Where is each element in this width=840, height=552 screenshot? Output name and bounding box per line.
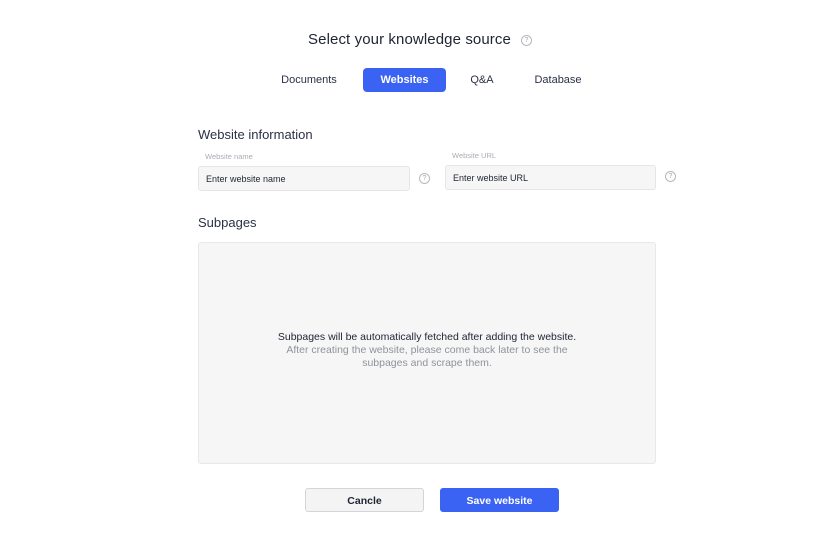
- subpages-panel: Subpages will be automatically fetched a…: [198, 242, 656, 464]
- website-url-label: Website URL: [452, 151, 497, 160]
- question-circle-icon[interactable]: ?: [665, 171, 676, 182]
- cancel-button[interactable]: Cancle: [305, 488, 424, 512]
- tab-documents[interactable]: Documents: [270, 68, 348, 92]
- header: Select your knowledge source ?: [0, 31, 840, 48]
- website-information-heading: Website information: [198, 127, 313, 142]
- save-website-button[interactable]: Save website: [440, 488, 559, 512]
- source-tabs: Documents Websites Q&A Database: [0, 68, 840, 92]
- subpages-empty-hint: After creating the website, please come …: [286, 344, 568, 369]
- website-url-input[interactable]: [445, 165, 656, 190]
- page-title: Select your knowledge source: [308, 31, 511, 48]
- tab-database[interactable]: Database: [524, 68, 592, 92]
- subpages-empty-state: Subpages will be automatically fetched a…: [199, 331, 655, 370]
- question-circle-icon[interactable]: ?: [520, 34, 532, 46]
- subpages-heading: Subpages: [198, 215, 257, 230]
- tab-qa[interactable]: Q&A: [462, 68, 502, 92]
- website-name-label: Website name: [205, 152, 253, 161]
- website-name-input[interactable]: [198, 166, 410, 191]
- subpages-empty-message: Subpages will be automatically fetched a…: [277, 331, 577, 343]
- tab-websites[interactable]: Websites: [363, 68, 446, 92]
- question-circle-icon[interactable]: ?: [419, 173, 430, 184]
